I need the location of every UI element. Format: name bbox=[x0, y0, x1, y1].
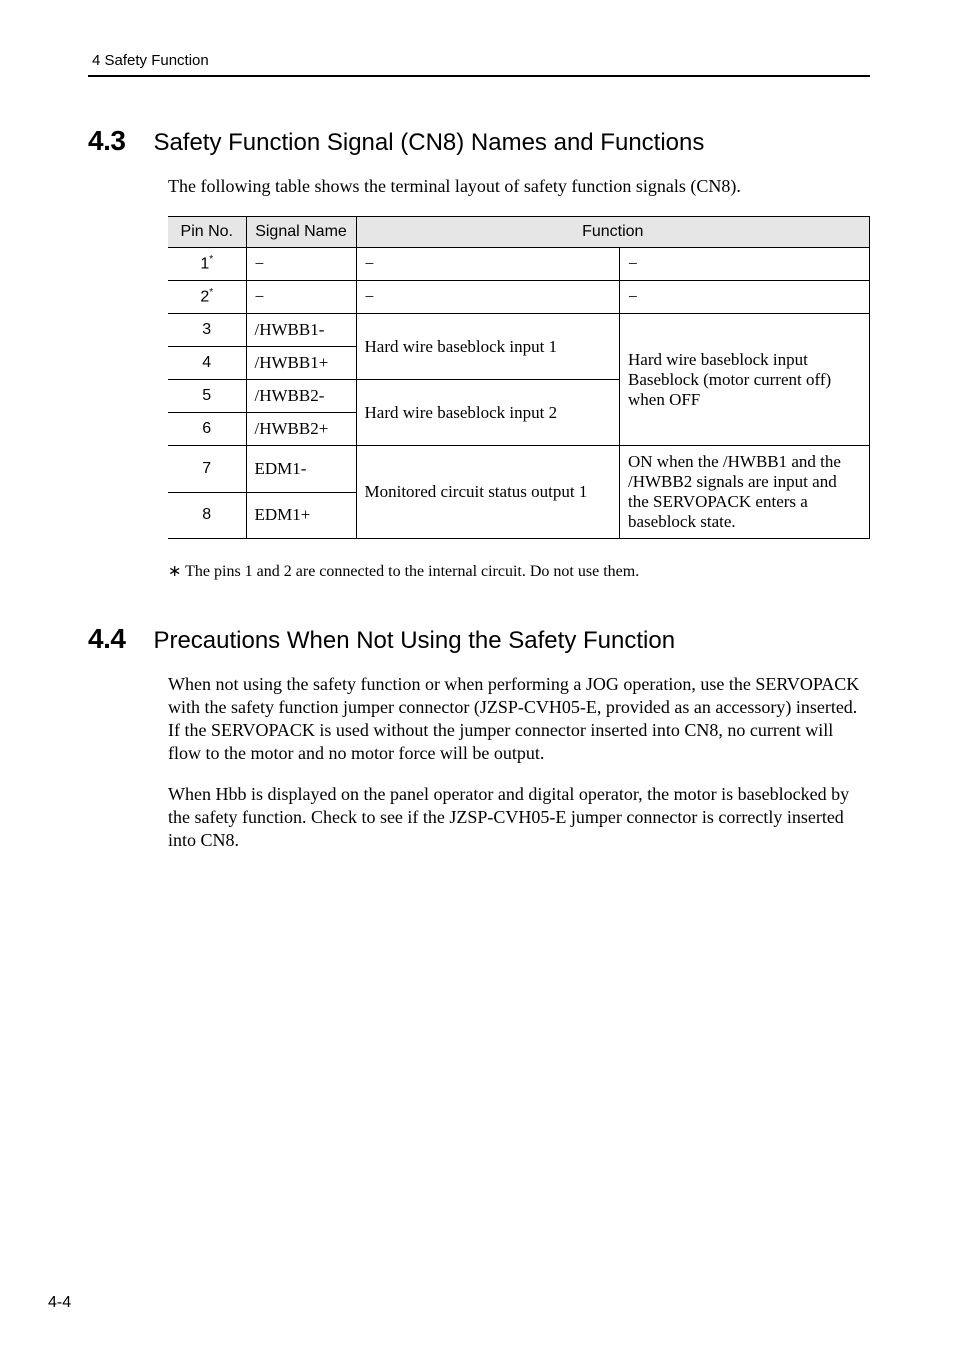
pin-cell: 4 bbox=[168, 347, 246, 380]
section-4-4: 4.4 Precautions When Not Using the Safet… bbox=[88, 623, 870, 852]
col-signal: Signal Name bbox=[246, 217, 356, 248]
pin-cell: 5 bbox=[168, 380, 246, 413]
col-pin: Pin No. bbox=[168, 217, 246, 248]
function-cell: − bbox=[356, 248, 620, 281]
section-title: Safety Function Signal (CN8) Names and F… bbox=[153, 129, 704, 157]
signal-cell: /HWBB1- bbox=[246, 314, 356, 347]
function-cell: − bbox=[356, 281, 620, 314]
pin-cell: 8 bbox=[168, 492, 246, 539]
section-heading-4-4: 4.4 Precautions When Not Using the Safet… bbox=[88, 623, 870, 655]
star-icon: * bbox=[209, 287, 213, 298]
section-4-4-para1: When not using the safety function or wh… bbox=[168, 673, 870, 765]
table-row: 7 EDM1- Monitored circuit status output … bbox=[168, 446, 870, 493]
signal-cell: − bbox=[246, 281, 356, 314]
signal-cell: EDM1- bbox=[246, 446, 356, 493]
function-cell: Hard wire baseblock input Baseblock (mot… bbox=[620, 314, 870, 446]
table-row: 3 /HWBB1- Hard wire baseblock input 1 Ha… bbox=[168, 314, 870, 347]
pin-cell: 3 bbox=[168, 314, 246, 347]
table-footnote: ∗ The pins 1 and 2 are connected to the … bbox=[168, 561, 870, 581]
section-heading-4-3: 4.3 Safety Function Signal (CN8) Names a… bbox=[88, 125, 870, 157]
section-4-3: 4.3 Safety Function Signal (CN8) Names a… bbox=[88, 125, 870, 581]
pin-number: 1 bbox=[200, 256, 209, 273]
section-number: 4.4 bbox=[88, 623, 125, 655]
signal-cell: EDM1+ bbox=[246, 492, 356, 539]
cn8-table: Pin No. Signal Name Function 1* − − − 2*… bbox=[168, 216, 870, 539]
function-cell: ON when the /HWBB1 and the /HWBB2 signal… bbox=[620, 446, 870, 539]
function-cell: − bbox=[620, 281, 870, 314]
function-cell: Hard wire baseblock input 1 bbox=[356, 314, 620, 380]
function-cell: − bbox=[620, 248, 870, 281]
signal-cell: /HWBB1+ bbox=[246, 347, 356, 380]
function-cell: Hard wire baseblock input 2 bbox=[356, 380, 620, 446]
table-row: 2* − − − bbox=[168, 281, 870, 314]
running-header: 4 Safety Function bbox=[92, 52, 870, 69]
header-rule bbox=[88, 75, 870, 77]
function-cell: Monitored circuit status output 1 bbox=[356, 446, 620, 539]
pin-cell: 1* bbox=[168, 248, 246, 281]
star-icon: * bbox=[209, 254, 213, 265]
col-function: Function bbox=[356, 217, 870, 248]
pin-cell: 2* bbox=[168, 281, 246, 314]
cn8-table-wrap: Pin No. Signal Name Function 1* − − − 2*… bbox=[168, 216, 870, 539]
signal-cell: − bbox=[246, 248, 356, 281]
table-row: 1* − − − bbox=[168, 248, 870, 281]
pin-cell: 7 bbox=[168, 446, 246, 493]
section-number: 4.3 bbox=[88, 125, 125, 157]
section-4-3-intro: The following table shows the terminal l… bbox=[168, 175, 870, 198]
section-title: Precautions When Not Using the Safety Fu… bbox=[153, 627, 675, 655]
signal-cell: /HWBB2- bbox=[246, 380, 356, 413]
section-4-4-para2: When Hbb is displayed on the panel opera… bbox=[168, 783, 870, 852]
signal-cell: /HWBB2+ bbox=[246, 413, 356, 446]
page-number: 4-4 bbox=[48, 1294, 71, 1312]
table-header-row: Pin No. Signal Name Function bbox=[168, 217, 870, 248]
pin-cell: 6 bbox=[168, 413, 246, 446]
pin-number: 2 bbox=[200, 289, 209, 306]
